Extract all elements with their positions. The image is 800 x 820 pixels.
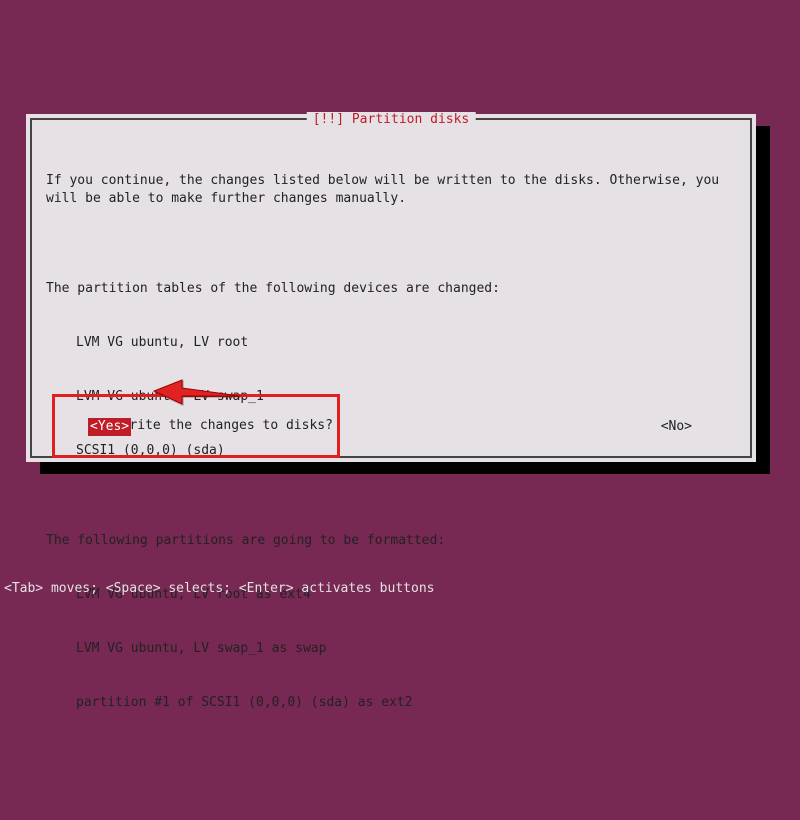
tables-heading: The partition tables of the following de… <box>46 280 736 298</box>
format-item: LVM VG ubuntu, LV swap_1 as swap <box>46 640 736 658</box>
arrow-annotation-icon <box>152 376 242 406</box>
dialog-title: [!!] Partition disks <box>307 112 476 127</box>
intro-text: If you continue, the changes listed belo… <box>46 172 736 208</box>
format-item: partition #1 of SCSI1 (0,0,0) (sda) as e… <box>46 694 736 712</box>
partition-dialog: [!!] Partition disks If you continue, th… <box>26 114 756 462</box>
button-row: <Yes> <No> <box>56 418 726 436</box>
format-heading: The following partitions are going to be… <box>46 532 736 550</box>
yes-button[interactable]: <Yes> <box>88 418 131 436</box>
dialog-content: If you continue, the changes listed belo… <box>46 136 736 442</box>
no-button[interactable]: <No> <box>659 418 694 436</box>
dialog-border: [!!] Partition disks If you continue, th… <box>30 118 752 458</box>
footer-hint: <Tab> moves; <Space> selects; <Enter> ac… <box>4 581 434 596</box>
table-item: LVM VG ubuntu, LV root <box>46 334 736 352</box>
